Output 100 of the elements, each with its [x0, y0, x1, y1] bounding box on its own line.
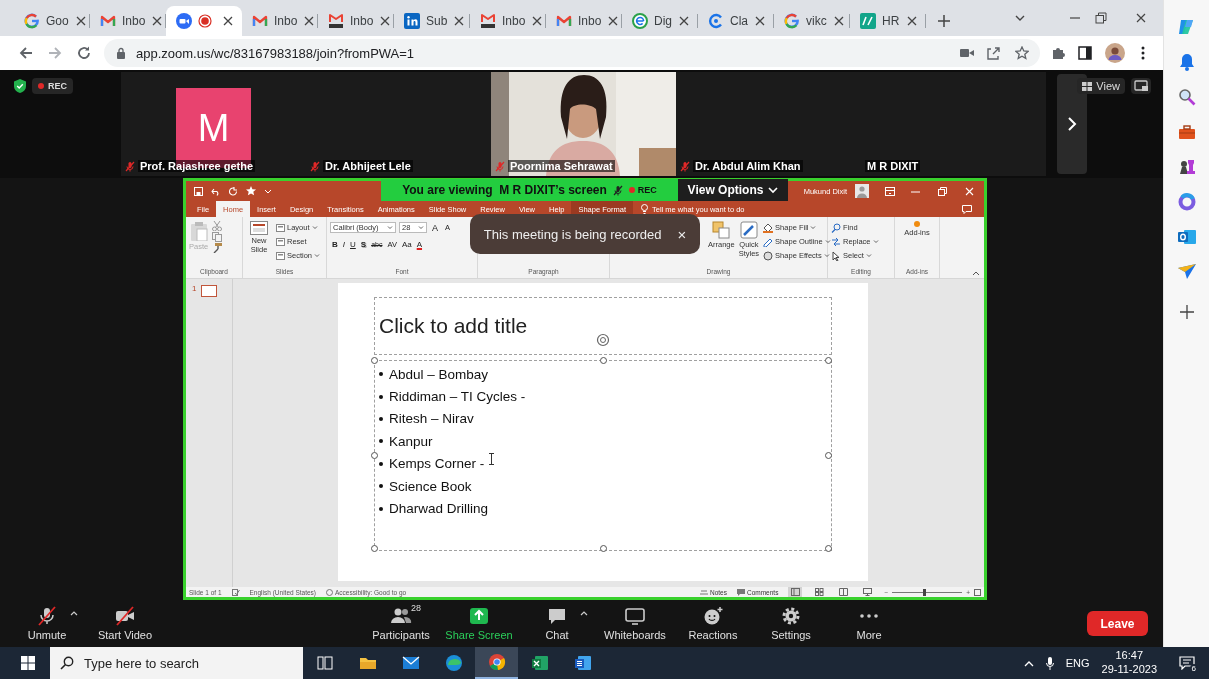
caret-up-icon[interactable]: [70, 610, 78, 616]
caret-down-icon: [872, 239, 879, 244]
next-page-button[interactable]: [1057, 74, 1087, 174]
resize-handle[interactable]: [371, 452, 378, 459]
bullet-text: Dharwad Drilling: [389, 501, 489, 517]
arrange-icon: [712, 221, 731, 239]
camera-icon[interactable]: [960, 47, 974, 59]
leave-button[interactable]: Leave: [1087, 611, 1148, 636]
close-icon[interactable]: [1135, 12, 1147, 24]
toolbar-button[interactable]: Unmute: [27, 606, 67, 641]
site-icon: [480, 13, 496, 29]
redo-icon[interactable]: [229, 186, 238, 196]
muted-mic-icon: [612, 184, 623, 196]
close-icon[interactable]: [906, 15, 918, 27]
slide-thumbnail[interactable]: [201, 285, 218, 297]
resize-handle[interactable]: [371, 545, 378, 552]
toolbox-icon[interactable]: [1176, 122, 1197, 142]
reload-icon[interactable]: [76, 45, 92, 61]
puzzle-icon[interactable]: [1051, 46, 1065, 60]
close-icon[interactable]: [303, 15, 316, 27]
view-mode-button[interactable]: [860, 587, 875, 597]
address-bar[interactable]: app.zoom.us/wc/83167983188/join?fromPWA=1: [104, 39, 1040, 67]
windows-logo-icon[interactable]: [21, 656, 35, 670]
browser-tab[interactable]: [166, 6, 242, 36]
toolbar-button[interactable]: Whiteboards: [604, 606, 666, 641]
back-icon[interactable]: [18, 45, 34, 61]
close-button[interactable]: ×: [677, 225, 687, 243]
view-mode-button[interactable]: [788, 587, 803, 597]
slide-number: 1: [192, 284, 197, 293]
taskbar-app[interactable]: [475, 647, 518, 679]
caret-up-icon[interactable]: [580, 610, 588, 616]
resize-handle[interactable]: [371, 357, 378, 364]
view-button[interactable]: View: [1077, 78, 1125, 94]
view-options-button[interactable]: View Options: [678, 179, 788, 201]
collapse-icon[interactable]: [972, 270, 980, 276]
resize-handle[interactable]: [825, 357, 832, 364]
resize-handle[interactable]: [825, 452, 832, 459]
avatar-icon[interactable]: [1105, 43, 1125, 63]
resize-handle[interactable]: [825, 545, 832, 552]
toolbar-button[interactable]: Settings: [771, 606, 811, 641]
language-indicator[interactable]: ENG: [1065, 657, 1090, 669]
format-button[interactable]: U: [348, 238, 358, 251]
undo-icon[interactable]: [211, 186, 221, 196]
grow-font-button[interactable]: A: [430, 221, 440, 234]
pen-icon: [763, 236, 774, 247]
search-field[interactable]: Type here to search: [84, 655, 284, 671]
share-screen-button[interactable]: Share Screen: [445, 606, 513, 641]
fullscreen-button[interactable]: [1131, 78, 1151, 94]
format-button[interactable]: S: [358, 238, 369, 251]
caret-down-icon[interactable]: [264, 188, 272, 194]
side-panel-icon[interactable]: [1078, 46, 1092, 60]
paintbrush-icon[interactable]: [212, 243, 223, 253]
view-mode-button[interactable]: [836, 587, 851, 597]
comment-icon[interactable]: [962, 204, 972, 214]
close-icon[interactable]: [222, 15, 234, 27]
close-icon[interactable]: [74, 15, 87, 27]
save-icon[interactable]: [194, 186, 203, 196]
resize-handle[interactable]: [600, 545, 607, 552]
resize-handle[interactable]: [600, 357, 607, 364]
ribbon-display-icon[interactable]: [885, 186, 895, 196]
slider-thumb[interactable]: [922, 588, 926, 596]
chevron-up-icon[interactable]: [1023, 659, 1034, 667]
grid-icon: [1082, 81, 1093, 91]
effects-icon: [763, 250, 774, 261]
site-icon: [708, 13, 724, 29]
star-icon[interactable]: [1015, 46, 1029, 60]
clock-time[interactable]: 16:47: [1115, 649, 1144, 663]
bullet-text: Science Book: [389, 478, 472, 494]
close-icon[interactable]: [754, 15, 766, 27]
toolbar-button[interactable]: Start Video: [97, 606, 153, 641]
format-button[interactable]: Aa: [399, 238, 414, 251]
close-icon[interactable]: [678, 15, 690, 27]
menu-icon[interactable]: [1141, 46, 1145, 60]
search-box[interactable]: Type here to search: [50, 647, 303, 679]
star-icon[interactable]: [246, 186, 256, 196]
new-tab-icon[interactable]: [937, 14, 951, 28]
close-icon[interactable]: [607, 15, 620, 27]
close-icon[interactable]: [151, 15, 164, 27]
close-icon[interactable]: [453, 15, 466, 27]
content-placeholder[interactable]: Abdul – Bombay Riddiman – TI Cycles - Ritesh – Nirav Kanpur Kemps Corner - Science Book Dharwad Drilling: [374, 360, 832, 551]
restore-icon[interactable]: [1095, 12, 1107, 24]
search-icon[interactable]: [1176, 87, 1197, 107]
notification-icon[interactable]: [1179, 656, 1195, 670]
toolbar-button[interactable]: Participants 28: [372, 606, 430, 641]
microphone-icon[interactable]: [1045, 656, 1054, 670]
format-button[interactable]: B: [330, 238, 340, 251]
toolbar-button[interactable]: More: [856, 606, 882, 641]
share-icon[interactable]: [986, 46, 1000, 60]
view-mode-button[interactable]: [812, 587, 827, 597]
close-icon[interactable]: [379, 15, 392, 27]
restore-icon[interactable]: [938, 186, 947, 196]
toolbar-button[interactable]: Reactions: [688, 606, 738, 641]
format-button[interactable]: I: [340, 238, 347, 251]
toolbar-button[interactable]: Chat: [545, 606, 569, 641]
close-icon[interactable]: [531, 15, 544, 27]
fit-icon[interactable]: [974, 588, 981, 596]
clock-date[interactable]: 29-11-2023: [1101, 663, 1157, 677]
format-button[interactable]: A: [414, 238, 425, 251]
close-icon[interactable]: [832, 15, 845, 27]
rotate-handle-icon[interactable]: [596, 333, 610, 347]
